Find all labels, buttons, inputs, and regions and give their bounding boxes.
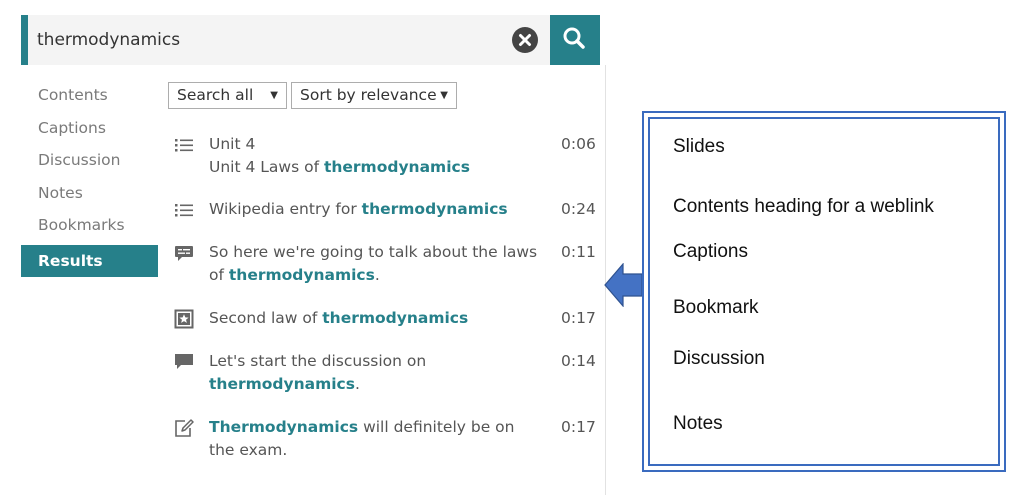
result-text: Wikipedia entry for thermodynamics [209, 198, 544, 221]
close-icon [519, 34, 531, 46]
sidebar-item-notes[interactable]: Notes [21, 180, 158, 213]
result-item[interactable]: Let's start the discussion on thermodyna… [158, 350, 605, 398]
result-highlight: thermodynamics [228, 266, 375, 284]
result-text: Second law of thermodynamics [209, 307, 544, 330]
result-highlight: thermodynamics [322, 309, 469, 327]
result-text: Let's start the discussion on thermodyna… [209, 350, 544, 396]
search-icon [563, 27, 585, 49]
result-text: Unit 4 Unit 4 Laws of thermodynamics [209, 133, 544, 179]
result-time: 0:17 [561, 418, 596, 436]
sidebar-item-results[interactable]: Results [21, 244, 158, 277]
result-time: 0:14 [561, 352, 596, 370]
scope-select[interactable]: Search all ▼ [168, 82, 287, 109]
search-accent-bar [21, 15, 28, 65]
search-input[interactable] [28, 15, 557, 65]
result-time: 0:17 [561, 309, 596, 327]
search-button[interactable] [550, 15, 600, 65]
result-text-post: . [374, 266, 380, 284]
result-text-pre: Let's start the discussion on [209, 352, 427, 370]
result-text: Thermodynamics will definitely be on the… [209, 416, 544, 462]
result-item[interactable]: Second law of thermodynamics 0:17 [158, 307, 605, 331]
result-item[interactable]: Unit 4 Unit 4 Laws of thermodynamics 0:0… [158, 133, 605, 181]
result-line: Unit 4 Laws of thermodynamics [209, 156, 544, 179]
left-arrow-icon [604, 263, 643, 307]
result-text-pre: Wikipedia entry for [209, 200, 362, 218]
clear-search-button[interactable] [512, 27, 538, 53]
caption-icon [175, 246, 193, 261]
result-text-post: . [354, 375, 360, 393]
sidebar-item-bookmarks[interactable]: Bookmarks [21, 212, 158, 245]
sidebar-nav: Contents Captions Discussion Notes Bookm… [21, 82, 158, 277]
legend-item-slides: Slides [673, 136, 725, 157]
result-highlight: thermodynamics [209, 375, 355, 393]
list-icon [175, 204, 193, 217]
sidebar-item-contents[interactable]: Contents [21, 82, 158, 115]
result-item[interactable]: Thermodynamics will definitely be on the… [158, 416, 605, 464]
result-time: 0:11 [561, 243, 596, 261]
bookmark-icon [174, 309, 194, 329]
result-highlight: thermodynamics [361, 200, 508, 218]
dropdown-arrow-icon: ▼ [440, 90, 448, 101]
note-icon [175, 419, 194, 437]
result-time: 0:06 [561, 135, 596, 153]
result-text: So here we're going to talk about the la… [209, 241, 544, 287]
result-time: 0:24 [561, 200, 596, 218]
scope-select-value: Search all [177, 86, 254, 104]
sidebar-item-captions[interactable]: Captions [21, 115, 158, 148]
list-icon [175, 139, 193, 152]
result-highlight: Thermodynamics [209, 418, 359, 436]
dropdown-arrow-icon: ▼ [270, 90, 278, 101]
results-panel: Search all ▼ Sort by relevance ▼ Unit 4 … [158, 65, 606, 495]
legend-item-notes: Notes [673, 413, 723, 434]
result-highlight: thermodynamics [323, 158, 470, 176]
legend-item-weblink: Contents heading for a weblink [673, 196, 934, 217]
result-item[interactable]: So here we're going to talk about the la… [158, 241, 605, 289]
legend-item-bookmark: Bookmark [673, 297, 759, 318]
sort-select[interactable]: Sort by relevance ▼ [291, 82, 457, 109]
sort-select-value: Sort by relevance [300, 86, 437, 104]
result-text-pre: Unit 4 Laws of [209, 158, 324, 176]
search-bar [21, 15, 600, 65]
result-heading: Unit 4 [209, 135, 256, 153]
result-item[interactable]: Wikipedia entry for thermodynamics 0:24 [158, 198, 605, 222]
legend-item-captions: Captions [673, 241, 748, 262]
result-text-pre: Second law of [209, 309, 323, 327]
sidebar-item-discussion[interactable]: Discussion [21, 147, 158, 180]
legend-item-discussion: Discussion [673, 348, 765, 369]
discussion-icon [175, 354, 193, 369]
